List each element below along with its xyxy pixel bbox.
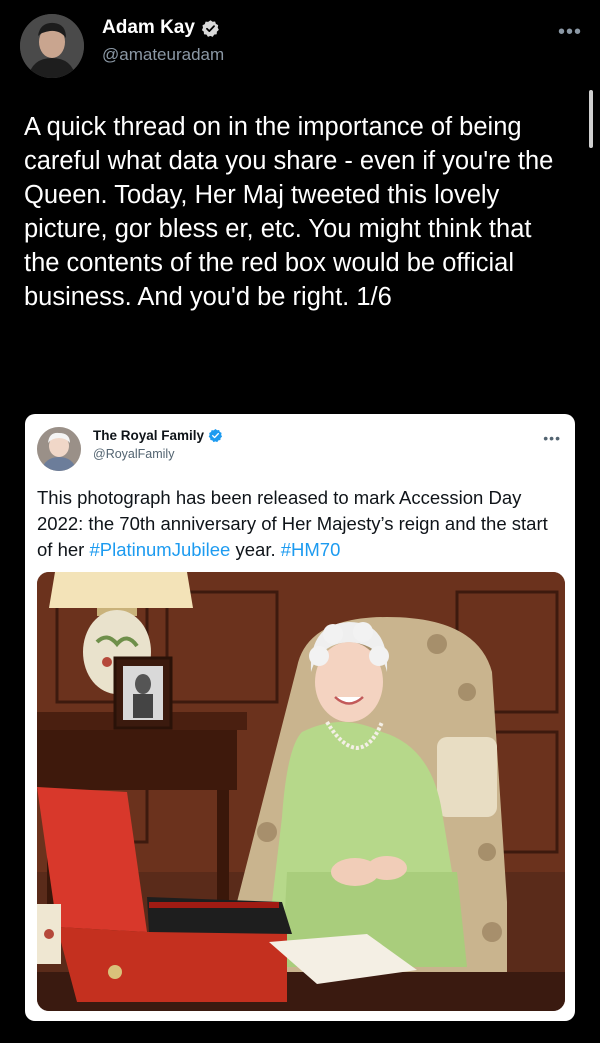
quoted-text-part2: year. xyxy=(230,539,281,560)
quoted-author-name[interactable]: The Royal Family xyxy=(93,428,204,443)
author-name[interactable]: Adam Kay xyxy=(102,17,195,39)
quoted-avatar-image xyxy=(37,427,81,471)
tweet-photo[interactable] xyxy=(37,572,565,1011)
scrollbar[interactable] xyxy=(589,90,593,148)
quoted-tweet-card[interactable]: The Royal Family @RoyalFamily ••• This p… xyxy=(25,414,575,1021)
more-options-icon[interactable]: ••• xyxy=(558,22,582,42)
author-handle[interactable]: @amateuradam xyxy=(102,45,224,65)
queen-photo-illustration xyxy=(37,572,565,1011)
hashtag-platinumjubilee[interactable]: #PlatinumJubilee xyxy=(89,539,230,560)
quoted-avatar[interactable] xyxy=(37,427,81,471)
verified-badge-icon xyxy=(201,19,219,37)
hashtag-hm70[interactable]: #HM70 xyxy=(281,539,341,560)
quoted-tweet-text: This photograph has been released to mar… xyxy=(37,485,565,563)
verified-badge-icon xyxy=(208,428,223,443)
tweet-text: A quick thread on in the importance of b… xyxy=(24,113,554,311)
more-options-icon[interactable]: ••• xyxy=(543,430,561,446)
author-avatar[interactable] xyxy=(20,14,84,78)
author-avatar-image xyxy=(20,14,84,78)
quoted-author-handle[interactable]: @RoyalFamily xyxy=(93,447,174,461)
